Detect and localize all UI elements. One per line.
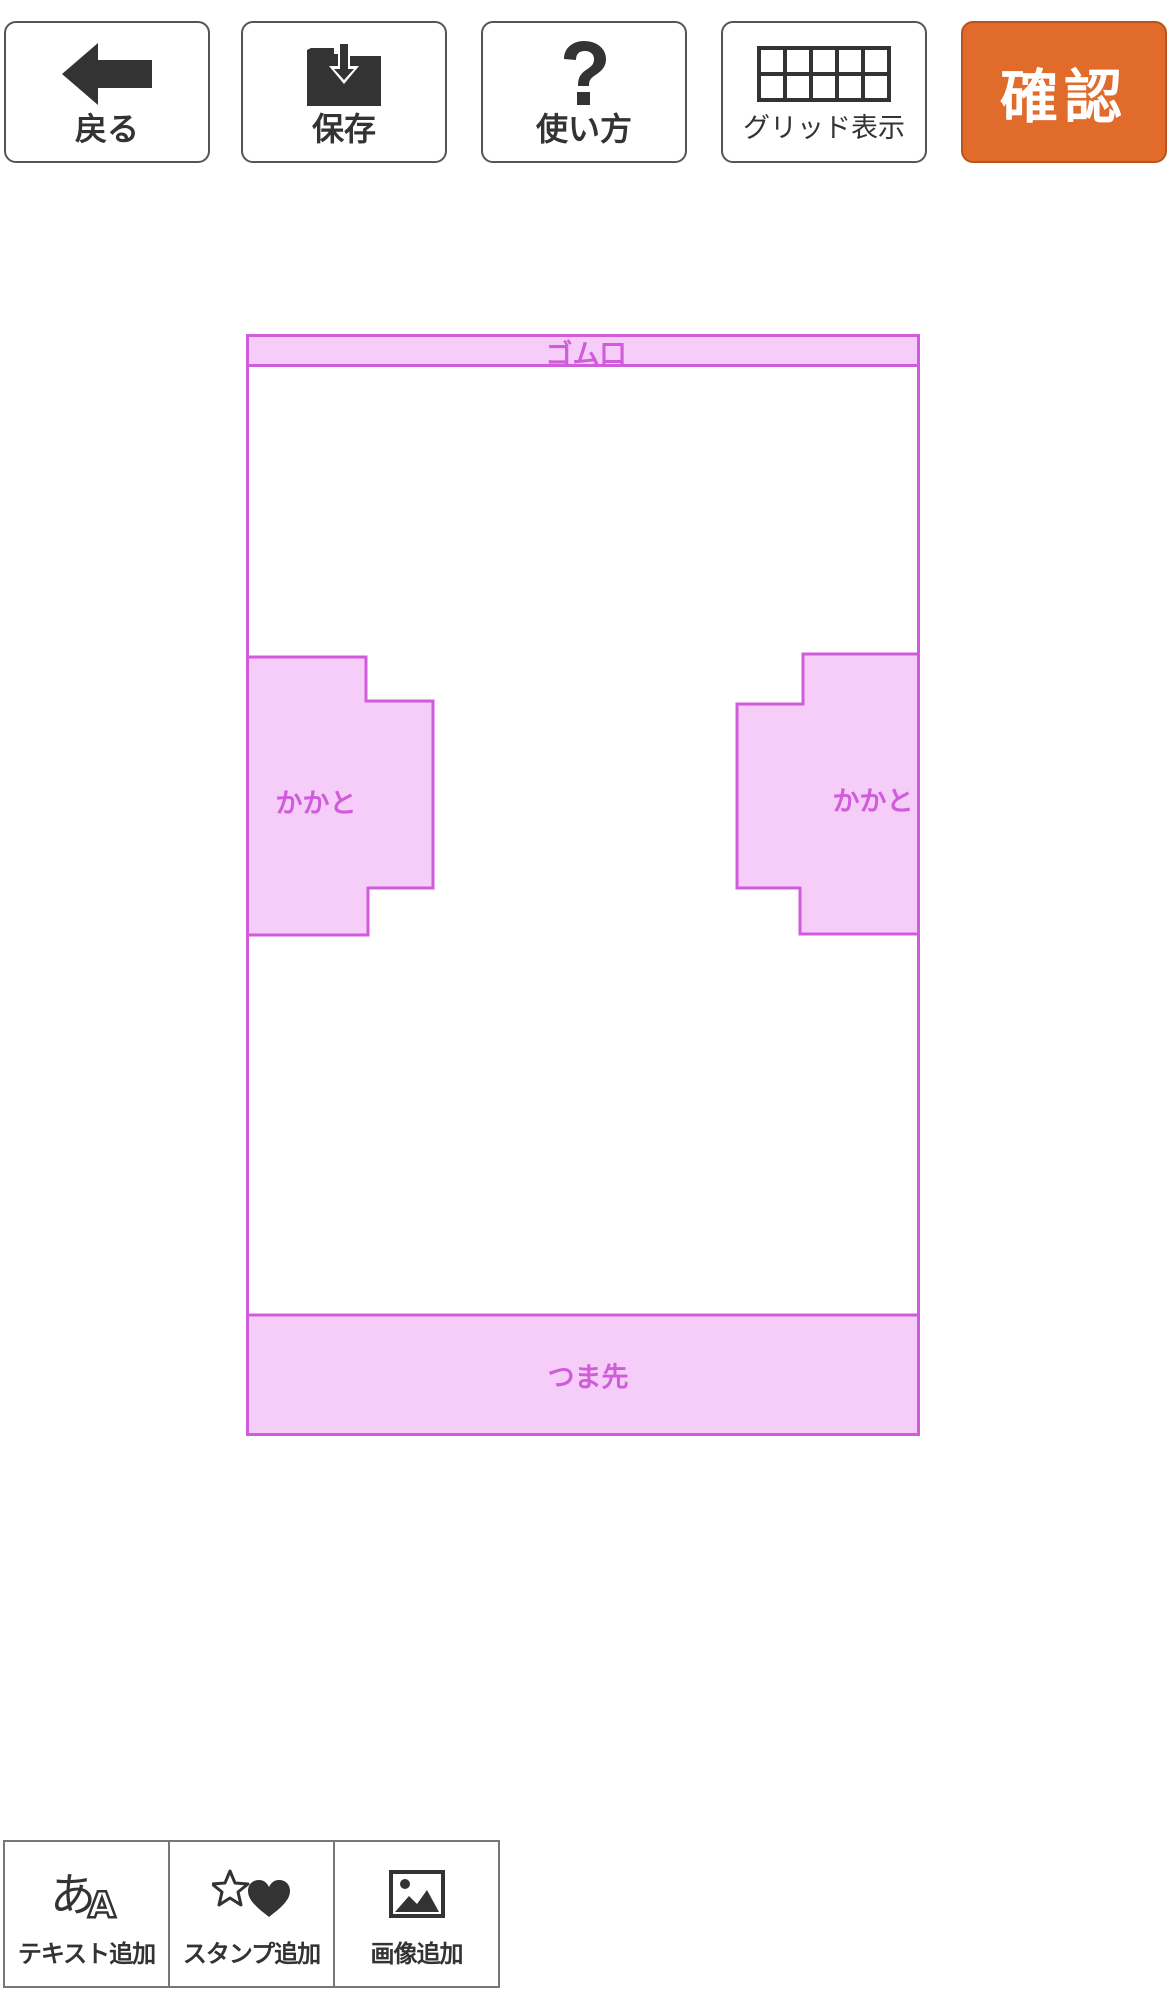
sock-template-canvas[interactable]: ゴム口 かかと かかと つま先 — [246, 334, 920, 1436]
zone-label-top: ゴム口 — [545, 339, 627, 371]
template-outline — [246, 334, 920, 1436]
zone-label-heel-right: かかと — [832, 786, 914, 818]
grid-label: グリッド表示 — [743, 113, 905, 144]
confirm-label: 確認 — [999, 63, 1128, 131]
help-button[interactable]: 使い方 — [481, 21, 687, 163]
add-stamp-label: スタンプ追加 — [182, 1940, 321, 1968]
save-label: 保存 — [311, 110, 376, 148]
add-text-label: テキスト追加 — [17, 1940, 156, 1968]
back-label: 戻る — [74, 110, 139, 148]
image-icon — [335, 1866, 498, 1922]
add-stamp-button[interactable]: スタンプ追加 — [170, 1842, 335, 1986]
arrow-left-icon — [6, 41, 208, 107]
add-tools-panel: あ A テキスト追加 スタンプ追加 画像追加 — [3, 1840, 500, 1988]
grid-toggle-button[interactable]: グリッド表示 — [721, 21, 927, 163]
save-button[interactable]: 保存 — [241, 21, 447, 163]
svg-text:A: A — [88, 1885, 116, 1921]
confirm-button[interactable]: 確認 — [961, 21, 1167, 163]
add-text-button[interactable]: あ A テキスト追加 — [5, 1842, 170, 1986]
add-image-button[interactable]: 画像追加 — [335, 1842, 498, 1986]
help-label: 使い方 — [535, 110, 632, 148]
text-icon: あ A — [5, 1866, 168, 1922]
star-heart-icon — [170, 1866, 333, 1922]
folder-download-icon — [243, 41, 445, 107]
zone-label-heel-left: かかと — [275, 788, 357, 820]
question-mark-icon — [483, 41, 685, 107]
zone-label-toe: つま先 — [547, 1362, 629, 1394]
back-button[interactable]: 戻る — [4, 21, 210, 163]
add-image-label: 画像追加 — [370, 1940, 464, 1968]
top-toolbar: 戻る 保存 使い方 グリッド表示 確認 — [0, 0, 1170, 170]
grid-icon — [723, 41, 925, 107]
